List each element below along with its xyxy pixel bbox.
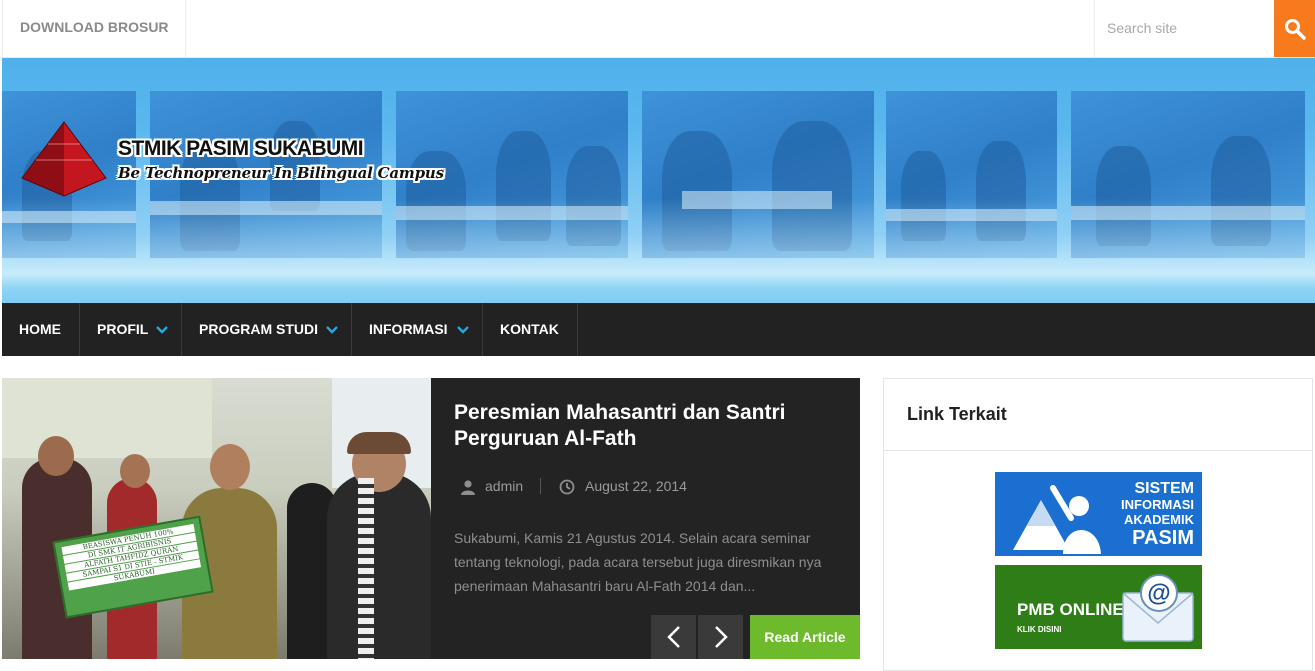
nav-item-home[interactable]: HOME [2, 303, 80, 356]
chevron-left-icon [667, 626, 680, 648]
featured-author[interactable]: admin [485, 478, 523, 494]
top-bar: DOWNLOAD BROSUR [0, 0, 1315, 58]
banner-photo [642, 91, 874, 258]
sia-banner-link[interactable]: SISTEM INFORMASI AKADEMIK PASIM [995, 472, 1202, 556]
pmb-online-banner-link[interactable]: PMB ONLINE KLIK DISINI @ [995, 565, 1202, 649]
featured-photo[interactable]: BEASISWA PENUH 100% DI SMK IT AGRIBISNIS… [2, 378, 431, 659]
nav-item-label: INFORMASI [369, 321, 448, 337]
featured-excerpt: Sukabumi, Kamis 21 Agustus 2014. Selain … [454, 530, 822, 594]
featured-title[interactable]: Peresmian Mahasantri dan Santri Pergurua… [454, 400, 834, 452]
slider-prev-button[interactable] [651, 615, 696, 659]
sia-line: AKADEMIK [1123, 512, 1194, 527]
read-article-button[interactable]: Read Article [750, 615, 860, 659]
svg-text:@: @ [1147, 580, 1170, 607]
nav-item-label: KONTAK [500, 321, 559, 337]
email-envelope-icon: @ [1122, 574, 1194, 642]
search-icon [1285, 19, 1306, 40]
nav-item-program-studi[interactable]: PROGRAM STUDI [182, 303, 352, 356]
search-input[interactable] [1095, 0, 1273, 56]
user-icon [461, 480, 475, 495]
clock-icon [559, 479, 575, 495]
banner-photo [1071, 91, 1305, 258]
featured-date: August 22, 2014 [585, 478, 687, 494]
site-tagline: Be Technopreneur In Bilingual Campus [118, 164, 444, 182]
chevron-right-icon [715, 626, 728, 648]
chevron-down-icon [156, 326, 168, 334]
pmb-banner-subtitle: KLIK DISINI [1017, 625, 1062, 634]
nav-item-profil[interactable]: PROFIL [80, 303, 182, 356]
chevron-down-icon [326, 326, 338, 334]
nav-item-label: PROGRAM STUDI [199, 321, 318, 337]
widget-title: Link Terkait [884, 379, 1312, 451]
download-brosur-link[interactable]: DOWNLOAD BROSUR [2, 0, 186, 57]
header-banner: STMIK PASIM SUKABUMI Be Technopreneur In… [2, 58, 1315, 303]
person-figure [327, 473, 431, 659]
pmb-banner-title: PMB ONLINE [1017, 600, 1124, 619]
sia-line: INFORMASI [1121, 497, 1194, 512]
featured-slider: BEASISWA PENUH 100% DI SMK IT AGRIBISNIS… [2, 378, 860, 659]
sia-banner-text: SISTEM INFORMASI AKADEMIK PASIM [1121, 480, 1194, 549]
meta-divider [540, 478, 541, 494]
nav-item-label: PROFIL [97, 321, 149, 337]
sia-line: SISTEM [1134, 480, 1194, 497]
chevron-down-icon [457, 326, 469, 334]
pyramid-logo-icon [21, 121, 107, 197]
pyramid-person-icon [1013, 485, 1101, 554]
search-button[interactable] [1274, 0, 1315, 57]
sia-line: PASIM [1132, 527, 1194, 549]
nav-item-kontak[interactable]: KONTAK [483, 303, 578, 356]
banner-photo [886, 91, 1057, 258]
nav-item-label: HOME [19, 321, 61, 337]
related-links-widget: Link Terkait SISTEM INFORMASI AKADEMIK P… [883, 378, 1313, 671]
site-title[interactable]: STMIK PASIM SUKABUMI [118, 137, 364, 161]
main-nav: HOME PROFIL PROGRAM STUDI INFORMASI KONT… [2, 303, 1315, 356]
nav-item-informasi[interactable]: INFORMASI [352, 303, 483, 356]
search-box [1094, 0, 1275, 57]
slider-next-button[interactable] [698, 615, 743, 659]
